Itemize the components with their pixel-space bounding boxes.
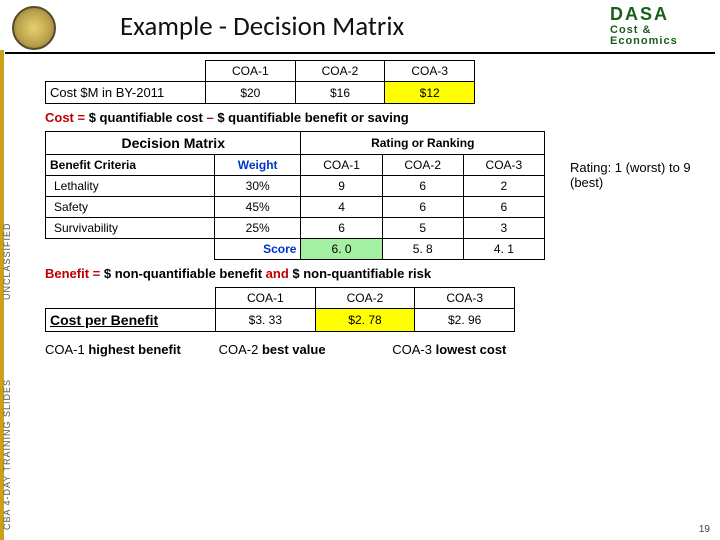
value-summary: COA-1 highest benefit COA-2 best value C… xyxy=(45,342,685,357)
cost-v1: $20 xyxy=(206,82,296,104)
dm-v-2-2: 3 xyxy=(463,218,544,239)
cost-table: COA-1 COA-2 COA-3 Cost $M in BY-2011 $20… xyxy=(45,60,475,104)
cpb-v0: $3. 33 xyxy=(216,309,316,332)
cost-per-benefit-table: COA-1 COA-2 COA-3 Cost per Benefit $3. 3… xyxy=(45,287,515,332)
cost-v3: $12 xyxy=(385,82,475,104)
cpb-col-0: COA-1 xyxy=(216,288,316,309)
dm-w-0: 30% xyxy=(214,176,301,197)
dm-v-2-0: 6 xyxy=(301,218,382,239)
dm-v-1-2: 6 xyxy=(463,197,544,218)
cost-formula-p1: $ quantifiable cost xyxy=(89,110,207,125)
dasa-line2: Cost & Economics xyxy=(610,25,700,47)
sidebar-label-course: CBA 4-DAY TRAINING SLIDES xyxy=(2,379,12,530)
cost-formula-lead: Cost = xyxy=(45,110,89,125)
dm-v-1-0: 4 xyxy=(301,197,382,218)
dm-title: Decision Matrix xyxy=(46,132,301,155)
dasa-logo: DASA Cost & Economics xyxy=(610,4,700,47)
decision-matrix-table: Decision Matrix Rating or Ranking Benefi… xyxy=(45,131,545,260)
dm-v-0-2: 2 xyxy=(463,176,544,197)
army-seal xyxy=(12,6,56,50)
dm-crit-1: Safety xyxy=(46,197,215,218)
sidebar-label-unclassified: UNCLASSIFIED xyxy=(2,222,12,300)
dm-rating-header: Rating or Ranking xyxy=(301,132,545,155)
cost-col-2: COA-2 xyxy=(295,61,385,82)
slide-title: Example - Decision Matrix xyxy=(120,10,404,43)
vl-a-em: highest benefit xyxy=(88,342,180,357)
dm-v-1-1: 6 xyxy=(382,197,463,218)
benefit-formula-mid: and xyxy=(266,266,293,281)
cost-formula-mid: – xyxy=(206,110,217,125)
table-row: Survivability 25% 6 5 3 xyxy=(46,218,545,239)
dm-score-label: Score xyxy=(214,239,301,260)
benefit-formula: Benefit = $ non-quantifiable benefit and… xyxy=(45,266,685,281)
dm-weight-header: Weight xyxy=(214,155,301,176)
vl-b-pre: COA-2 xyxy=(219,342,262,357)
dasa-line1: DASA xyxy=(610,4,700,25)
cost-formula-p2: $ quantifiable benefit or saving xyxy=(217,110,408,125)
dm-v-2-1: 5 xyxy=(382,218,463,239)
vl-c-pre: COA-3 xyxy=(392,342,435,357)
dm-score-0: 6. 0 xyxy=(301,239,382,260)
cpb-label: Cost per Benefit xyxy=(46,309,216,332)
cost-col-1: COA-1 xyxy=(206,61,296,82)
title-underline xyxy=(5,52,715,54)
vl-b-em: best value xyxy=(262,342,326,357)
dm-crit-0: Lethality xyxy=(46,176,215,197)
table-row: Safety 45% 4 6 6 xyxy=(46,197,545,218)
cpb-v2: $2. 96 xyxy=(415,309,515,332)
benefit-formula-p1: $ non-quantifiable benefit xyxy=(104,266,266,281)
benefit-formula-lead: Benefit = xyxy=(45,266,104,281)
dm-score-2: 4. 1 xyxy=(463,239,544,260)
dm-score-1: 5. 8 xyxy=(382,239,463,260)
dm-w-1: 45% xyxy=(214,197,301,218)
dm-col-2: COA-2 xyxy=(382,155,463,176)
page-number: 19 xyxy=(699,524,710,535)
vl-c-em: lowest cost xyxy=(436,342,507,357)
cpb-col-1: COA-2 xyxy=(315,288,415,309)
dm-w-2: 25% xyxy=(214,218,301,239)
dm-col-3: COA-3 xyxy=(463,155,544,176)
benefit-formula-p2: $ non-quantifiable risk xyxy=(292,266,431,281)
dm-v-0-1: 6 xyxy=(382,176,463,197)
cost-v2: $16 xyxy=(295,82,385,104)
cost-row-label: Cost $M in BY-2011 xyxy=(46,82,206,104)
dm-col-1: COA-1 xyxy=(301,155,382,176)
cpb-col-2: COA-3 xyxy=(415,288,515,309)
content-area: COA-1 COA-2 COA-3 Cost $M in BY-2011 $20… xyxy=(45,60,685,357)
dm-crit-2: Survivability xyxy=(46,218,215,239)
dm-v-0-0: 9 xyxy=(301,176,382,197)
cost-col-3: COA-3 xyxy=(385,61,475,82)
cpb-v1: $2. 78 xyxy=(315,309,415,332)
dm-bencrit-header: Benefit Criteria xyxy=(46,155,215,176)
vl-a-pre: COA-1 xyxy=(45,342,88,357)
rating-note: Rating: 1 (worst) to 9 (best) xyxy=(570,160,700,190)
cost-formula: Cost = $ quantifiable cost – $ quantifia… xyxy=(45,110,685,125)
table-row: Lethality 30% 9 6 2 xyxy=(46,176,545,197)
